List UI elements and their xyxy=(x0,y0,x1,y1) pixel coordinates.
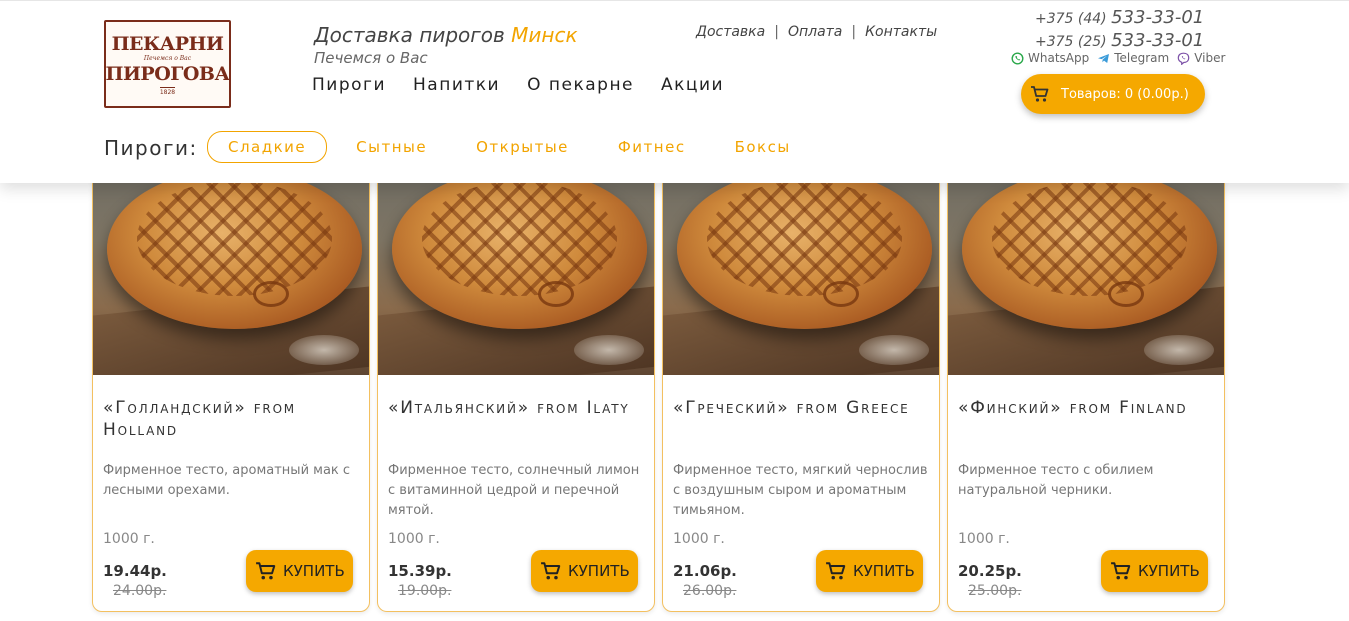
top-nav-contacts[interactable]: Контакты xyxy=(865,24,937,40)
product-image[interactable] xyxy=(93,151,369,375)
product-image[interactable] xyxy=(948,151,1224,375)
product-price: 20.25р. xyxy=(958,562,1022,580)
lattice-shape xyxy=(422,181,617,296)
phones: +375 (44) 533-33-01 +375 (25) 533-33-01 xyxy=(1035,7,1204,53)
product-old-price: 26.00р. xyxy=(683,583,737,599)
product-title[interactable]: «Голландский» from Holland xyxy=(103,397,361,441)
phone-1-number: 533-33-01 xyxy=(1111,7,1205,28)
categories-label: Пироги: xyxy=(104,136,198,160)
stamp-shape xyxy=(253,281,289,307)
lattice-shape xyxy=(992,181,1187,296)
buy-button[interactable]: КУПИТЬ xyxy=(531,550,638,592)
product-image[interactable] xyxy=(663,151,939,375)
product-weight: 1000 г. xyxy=(103,531,155,547)
cart-icon xyxy=(1030,85,1050,103)
logo[interactable]: ПЕКАРНИ Печемся о Вас ПИРОГОВА 1828 xyxy=(104,20,231,108)
telegram-link[interactable]: Telegram xyxy=(1114,51,1169,65)
product-card: «Голландский» from Holland Фирменное тес… xyxy=(92,150,370,612)
product-price: 15.39р. xyxy=(388,562,452,580)
product-weight: 1000 г. xyxy=(673,531,725,547)
slogan: Доставка пирогов Минск xyxy=(314,23,578,47)
city-selector[interactable]: Минск xyxy=(511,23,577,47)
divider: | xyxy=(774,24,779,40)
logo-line1: ПЕКАРНИ xyxy=(111,32,224,55)
flour-shape xyxy=(1144,335,1214,365)
messengers: WhatsApp Telegram Viber xyxy=(1011,51,1229,65)
product-title[interactable]: «Финский» from Finland xyxy=(958,397,1216,419)
product-grid: «Голландский» from Holland Фирменное тес… xyxy=(92,150,1225,612)
top-nav-delivery[interactable]: Доставка xyxy=(696,24,765,40)
category-tabs: Сладкие Сытные Открытые Фитнес Боксы xyxy=(207,131,819,163)
viber-link[interactable]: Viber xyxy=(1194,51,1225,65)
nav-item-drinks[interactable]: Напитки xyxy=(413,75,500,95)
cart-icon xyxy=(825,561,847,581)
tab-fitness[interactable]: Фитнес xyxy=(597,131,707,163)
product-card: «Греческий» from Greece Фирменное тесто,… xyxy=(662,150,940,612)
stamp-shape xyxy=(823,281,859,307)
product-old-price: 19.00р. xyxy=(398,583,452,599)
phone-1[interactable]: +375 (44) 533-33-01 xyxy=(1035,7,1204,30)
logo-line2: ПИРОГОВА xyxy=(105,62,230,85)
buy-button[interactable]: КУПИТЬ xyxy=(246,550,353,592)
product-description: Фирменное тесто, солнечный лимон с витам… xyxy=(388,463,640,518)
stamp-shape xyxy=(1108,281,1144,307)
slogan-text: Доставка пирогов xyxy=(314,23,512,47)
phone-1-prefix: +375 (44) xyxy=(1035,11,1112,27)
cart-icon xyxy=(540,561,562,581)
cart-icon xyxy=(255,561,277,581)
tab-sweet[interactable]: Сладкие xyxy=(207,131,328,163)
product-weight: 1000 г. xyxy=(388,531,440,547)
cart-button[interactable]: Товаров: 0 (0.00р.) xyxy=(1021,74,1205,114)
product-description: Фирменное тесто с обилием натуральной че… xyxy=(958,463,1154,498)
flour-shape xyxy=(859,335,929,365)
product-weight: 1000 г. xyxy=(958,531,1010,547)
site-header: ПЕКАРНИ Печемся о Вас ПИРОГОВА 1828 Дост… xyxy=(0,0,1349,183)
phone-2-number: 533-33-01 xyxy=(1111,30,1205,51)
cart-icon xyxy=(1110,561,1132,581)
nav-item-about[interactable]: О пекарне xyxy=(527,75,634,95)
whatsapp-link[interactable]: WhatsApp xyxy=(1028,51,1089,65)
nav-item-pies[interactable]: Пироги xyxy=(312,75,386,95)
product-title[interactable]: «Итальянский» from Ilaty xyxy=(388,397,646,419)
nav-item-promos[interactable]: Акции xyxy=(661,75,724,95)
flour-shape xyxy=(574,335,644,365)
main-nav: Пироги Напитки О пекарне Акции xyxy=(312,75,724,95)
product-title[interactable]: «Греческий» from Greece xyxy=(673,397,931,419)
phone-2[interactable]: +375 (25) 533-33-01 xyxy=(1035,30,1204,53)
lattice-shape xyxy=(707,181,902,296)
phone-2-prefix: +375 (25) xyxy=(1035,34,1112,50)
buy-label: КУПИТЬ xyxy=(853,562,915,580)
lattice-shape xyxy=(137,181,332,296)
product-card: «Итальянский» from Ilaty Фирменное тесто… xyxy=(377,150,655,612)
product-old-price: 25.00р. xyxy=(968,583,1022,599)
product-description: Фирменное тесто, ароматный мак с лесными… xyxy=(103,463,351,498)
product-old-price: 24.00р. xyxy=(113,583,167,599)
buy-button[interactable]: КУПИТЬ xyxy=(816,550,923,592)
buy-label: КУПИТЬ xyxy=(568,562,630,580)
stamp-shape xyxy=(538,281,574,307)
logo-tagline: Печемся о Вас xyxy=(143,54,192,62)
top-nav-payment[interactable]: Оплата xyxy=(788,24,842,40)
tab-hearty[interactable]: Сытные xyxy=(335,131,448,163)
tab-open[interactable]: Открытые xyxy=(455,131,590,163)
flour-shape xyxy=(289,335,359,365)
viber-icon[interactable] xyxy=(1177,52,1190,65)
whatsapp-icon[interactable] xyxy=(1011,51,1024,65)
buy-button[interactable]: КУПИТЬ xyxy=(1101,550,1208,592)
cart-label: Товаров: 0 (0.00р.) xyxy=(1061,86,1189,102)
product-price: 19.44р. xyxy=(103,562,167,580)
buy-label: КУПИТЬ xyxy=(1138,562,1200,580)
top-nav: Доставка | Оплата | Контакты xyxy=(696,24,937,40)
subslogan: Печемся о Вас xyxy=(314,49,428,67)
divider: | xyxy=(851,24,857,40)
product-price: 21.06р. xyxy=(673,562,737,580)
logo-year: 1828 xyxy=(159,86,176,96)
tab-boxes[interactable]: Боксы xyxy=(714,131,812,163)
product-description: Фирменное тесто, мягкий чернослив с возд… xyxy=(673,463,928,518)
buy-label: КУПИТЬ xyxy=(283,562,345,580)
product-card: «Финский» from Finland Фирменное тесто с… xyxy=(947,150,1225,612)
telegram-icon[interactable] xyxy=(1097,52,1110,65)
product-image[interactable] xyxy=(378,151,654,375)
